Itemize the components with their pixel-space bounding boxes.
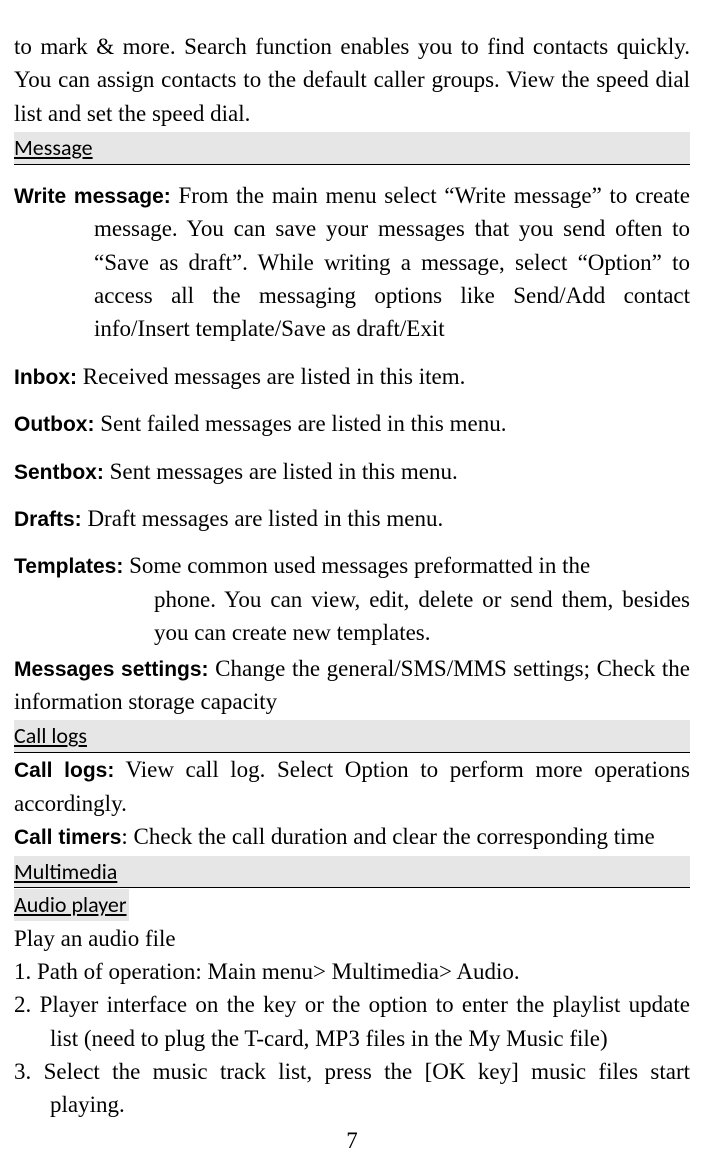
label-templates: Templates: [14, 555, 123, 578]
label-call-timers: Call timers [14, 826, 121, 849]
section-heading-multimedia: Multimedia [14, 856, 690, 889]
item-drafts: Drafts: Draft messages are listed in thi… [14, 502, 690, 535]
label-sentbox: Sentbox: [14, 461, 104, 484]
item-templates: Templates: Some common used messages pre… [14, 549, 690, 649]
body-templates-2: phone. You can view, edit, delete or sen… [154, 583, 690, 650]
page-number: 7 [14, 1124, 690, 1157]
label-drafts: Drafts: [14, 508, 82, 531]
label-inbox: Inbox: [14, 366, 77, 389]
item-call-logs: Call logs: View call log. Select Option … [14, 753, 690, 820]
label-outbox: Outbox: [14, 413, 94, 436]
body-call-timers: : Check the call duration and clear the … [121, 824, 654, 849]
body-drafts: Draft messages are listed in this menu. [82, 506, 444, 531]
step-2: 2. Player interface on the key or the op… [14, 988, 690, 1055]
body-sentbox: Sent messages are listed in this menu. [104, 459, 458, 484]
item-inbox: Inbox: Received messages are listed in t… [14, 360, 690, 393]
body-call-logs: View call log. Select Option to perform … [14, 757, 690, 815]
body-outbox: Sent failed messages are listed in this … [94, 411, 506, 436]
body-templates-1: Some common used messages preformatted i… [123, 553, 590, 578]
item-messages-settings: Messages settings: Change the general/SM… [14, 652, 690, 719]
body-write-message: From the main menu select “Write message… [94, 183, 690, 341]
subheading-audio-player: Audio player [14, 889, 129, 921]
section-heading-message: Message [14, 132, 690, 165]
label-call-logs: Call logs: [14, 759, 114, 782]
audio-play-line: Play an audio file [14, 922, 690, 955]
item-outbox: Outbox: Sent failed messages are listed … [14, 407, 690, 440]
body-inbox: Received messages are listed in this ite… [77, 364, 465, 389]
label-write-message: Write message: [14, 185, 171, 208]
item-write-message: Write message: From the main menu select… [14, 179, 690, 346]
label-messages-settings: Messages settings: [14, 658, 209, 681]
item-sentbox: Sentbox: Sent messages are listed in thi… [14, 455, 690, 488]
step-1: 1. Path of operation: Main menu> Multime… [14, 955, 690, 988]
step-3: 3. Select the music track list, press th… [14, 1055, 690, 1122]
item-call-timers: Call timers: Check the call duration and… [14, 820, 690, 853]
section-heading-call-logs: Call logs [14, 720, 690, 753]
intro-paragraph: to mark & more. Search function enables … [14, 30, 690, 130]
